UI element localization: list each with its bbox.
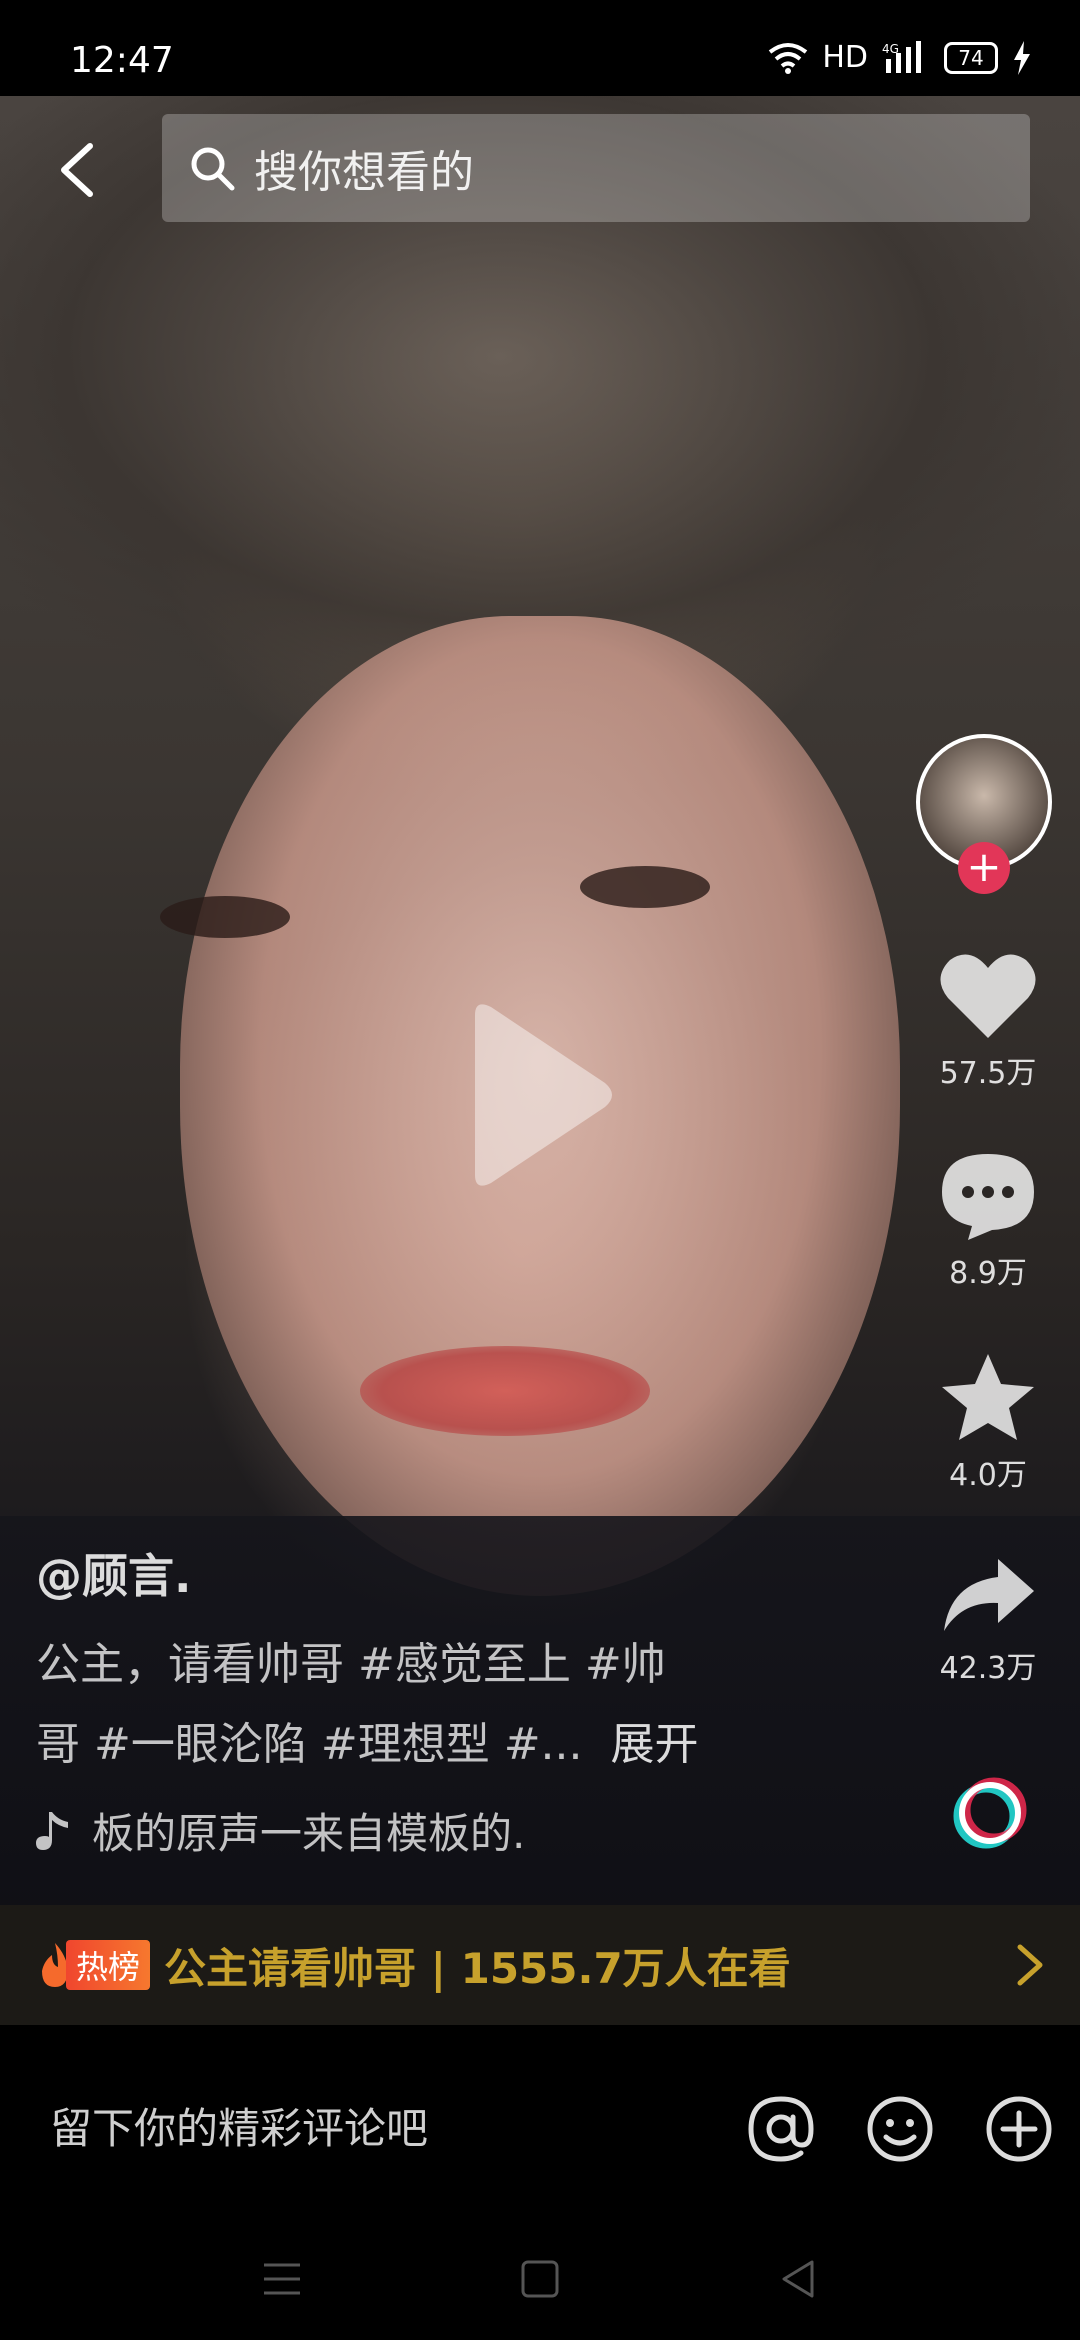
comment-button[interactable]: 8.9万 — [918, 1150, 1058, 1292]
favorite-button[interactable]: 4.0万 — [918, 1352, 1058, 1494]
follow-button[interactable]: + — [958, 842, 1010, 894]
hd-label: HD — [822, 40, 868, 75]
status-bar: 12:47 HD 4G 74 — [0, 0, 1080, 96]
battery-icon: 74 — [944, 41, 998, 74]
search-placeholder: 搜你想看的 — [254, 147, 474, 198]
back-arrow-icon[interactable] — [50, 140, 110, 200]
home-square-icon[interactable] — [518, 2257, 562, 2301]
music-info[interactable]: 板的原声一来自模板的. — [36, 1800, 525, 1861]
menu-icon[interactable] — [260, 2257, 304, 2301]
share-count: 42.3万 — [939, 1651, 1037, 1686]
hot-title: 公主请看帅哥 | 1555.7万人在看 — [164, 1943, 791, 1993]
comment-bar: 留下你的精彩评论吧 — [0, 2025, 1080, 2215]
status-indicators: HD 4G 74 — [768, 40, 1032, 75]
video-frame-eye-right — [580, 866, 710, 908]
wifi-icon — [769, 42, 808, 74]
comment-count: 8.9万 — [949, 1256, 1027, 1291]
comment-input[interactable]: 留下你的精彩评论吧 — [50, 2095, 428, 2156]
search-input[interactable]: 搜你想看的 — [162, 114, 1030, 222]
at-icon[interactable] — [745, 2093, 817, 2165]
like-button[interactable]: 57.5万 — [918, 950, 1058, 1092]
caption-line-2-text: 哥 #一眼沦陷 #理想型 #... — [36, 1719, 583, 1770]
music-note-icon — [36, 1811, 68, 1850]
heart-icon — [940, 954, 1036, 1038]
post-caption[interactable]: 公主，请看帅哥 #感觉至上 #帅 哥 #一眼沦陷 #理想型 #... 展开 — [36, 1625, 796, 1785]
star-icon — [942, 1354, 1034, 1440]
status-time: 12:47 — [70, 40, 174, 81]
favorite-count: 4.0万 — [949, 1458, 1027, 1493]
caption-line-1: 公主，请看帅哥 #感觉至上 #帅 — [36, 1639, 666, 1690]
hot-badge-label: 热榜 — [66, 1940, 151, 1990]
play-icon[interactable] — [455, 995, 625, 1195]
hot-list-banner[interactable]: 热榜 公主请看帅哥 | 1555.7万人在看 — [0, 1905, 1080, 2025]
share-button[interactable]: 42.3万 — [918, 1555, 1058, 1687]
caption-line-2: 哥 #一眼沦陷 #理想型 #... 展开 — [36, 1705, 796, 1785]
emoji-icon[interactable] — [864, 2093, 936, 2165]
system-nav-bar — [0, 2215, 1080, 2340]
comment-icon — [942, 1154, 1034, 1240]
like-count: 57.5万 — [939, 1056, 1037, 1091]
add-icon[interactable] — [983, 2093, 1055, 2165]
video-frame-lips — [360, 1346, 650, 1436]
hot-badge: 热榜 — [38, 1940, 151, 1990]
author-name[interactable]: @顾言. — [36, 1540, 191, 1606]
expand-link[interactable]: 展开 — [611, 1719, 699, 1770]
video-frame-eye-left — [160, 896, 290, 938]
back-triangle-icon[interactable] — [776, 2257, 820, 2301]
share-arrow-icon — [944, 1559, 1034, 1631]
chevron-right-icon — [1017, 1944, 1043, 1986]
music-title: 板的原声一来自模板的. — [92, 1809, 526, 1858]
signal-icon: 4G — [882, 40, 921, 73]
search-icon — [191, 147, 235, 191]
douyin-logo-icon[interactable] — [938, 1770, 1048, 1850]
charging-icon — [1014, 40, 1030, 75]
